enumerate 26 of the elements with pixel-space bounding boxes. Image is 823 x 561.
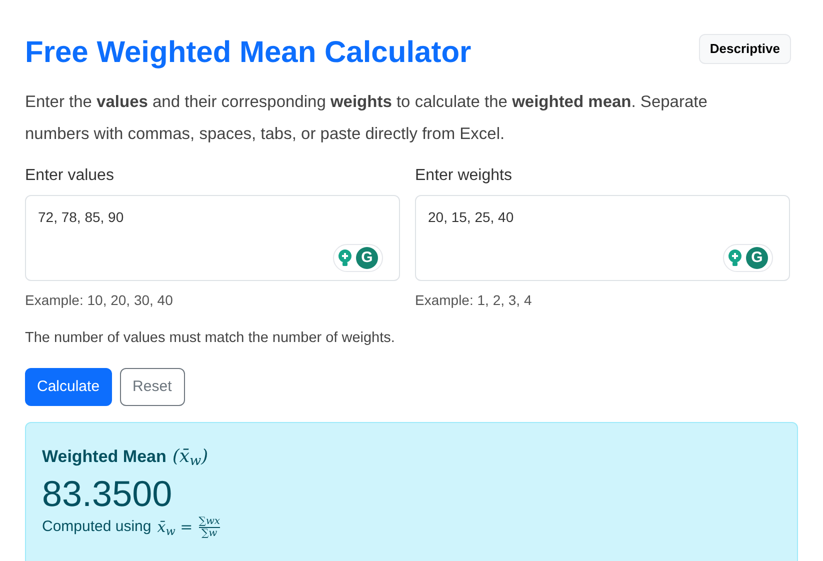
field-label: Enter weights xyxy=(415,166,513,186)
reset-button[interactable]: Reset xyxy=(120,368,185,406)
note-text: The number of values must match the number of weights. xyxy=(25,329,396,348)
lightbulb-icon xyxy=(338,249,352,267)
text-area[interactable]: 20, 15, 25, 40 G xyxy=(415,195,790,281)
field-value: 20, 15, 25, 40 xyxy=(428,208,514,227)
formula-fraction: ∑wx ∑w xyxy=(198,516,220,539)
grammar-logo-icon: G xyxy=(746,247,768,269)
math-symbol: (x̄$_{w}$) xyxy=(172,444,208,470)
grammar-logo-icon: G xyxy=(356,247,378,269)
writing-assistant-widget[interactable]: G xyxy=(333,244,383,272)
text-area[interactable]: 72, 78, 85, 90 G xyxy=(25,195,400,281)
description-text: Enter the values and their corresponding weights to calculate the weighted mean. Separate numbers with commas, spaces, tabs, or paste directly from Excel. xyxy=(25,92,708,145)
result-heading: Weighted Mean xyxy=(42,446,166,468)
field-label: Enter values xyxy=(25,166,115,186)
writing-assistant-widget[interactable]: G xyxy=(723,244,773,272)
formula-lhs: x̄$_{w}$ = xyxy=(157,517,193,538)
lightbulb-icon xyxy=(728,249,742,267)
calculate-button[interactable]: Calculate xyxy=(25,368,112,406)
example-text: Example: 1, 2, 3, 4 xyxy=(415,291,533,310)
category-tag: Descriptive xyxy=(698,34,791,64)
field-value: 72, 78, 85, 90 xyxy=(38,208,124,227)
page-title: Free Weighted Mean Calculator xyxy=(25,35,472,71)
example-text: Example: 10, 20, 30, 40 xyxy=(25,291,174,310)
formula-label: Computed using xyxy=(42,517,152,537)
result-value: 83.3500 xyxy=(42,472,174,516)
